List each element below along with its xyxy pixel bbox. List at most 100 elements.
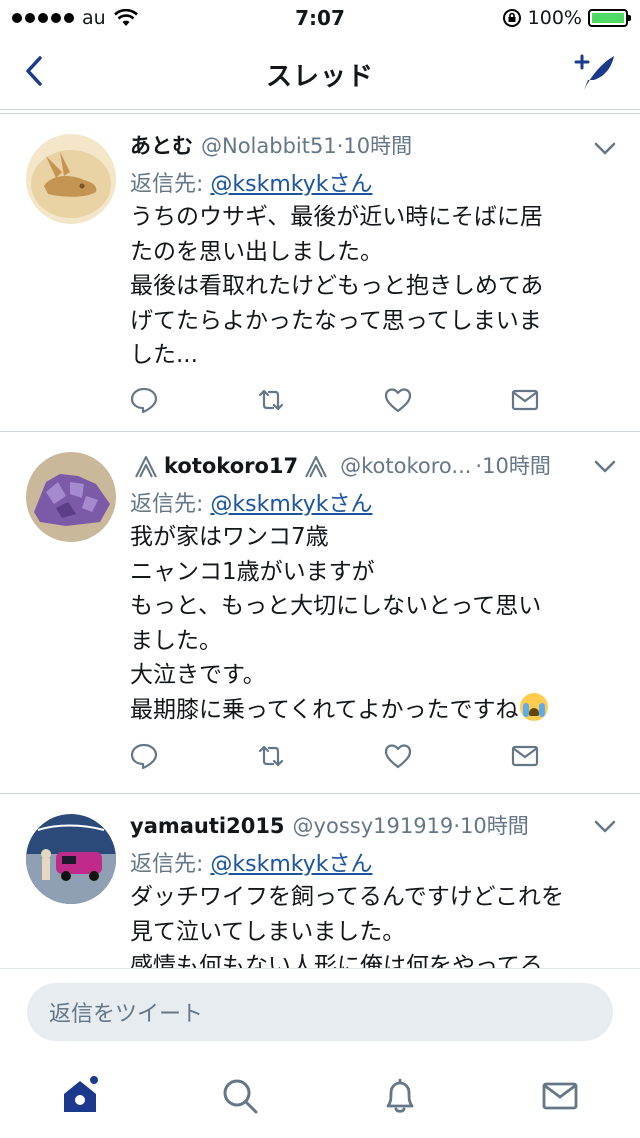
display-name[interactable]: yamauti2015 — [130, 814, 285, 838]
tweet-text-line: うちのウサギ、最後が近い時にそばに居 — [130, 204, 543, 230]
wifi-icon — [113, 9, 138, 26]
reply-bar: 返信をツイート — [0, 968, 640, 1054]
tweet[interactable]: kotokoro17 @kotokoro... · 10時間 返信先: @ksk… — [0, 432, 640, 794]
avatar[interactable] — [26, 452, 116, 542]
tweet-text-line: した... — [130, 342, 198, 368]
tab-notifications[interactable] — [370, 1066, 430, 1126]
chevron-down-icon[interactable] — [594, 142, 616, 156]
tab-home[interactable] — [50, 1066, 110, 1126]
heart-icon — [384, 388, 412, 413]
tweet-text-line: 最後は看取れたけどもっと抱きしめてあ — [130, 273, 544, 299]
retweet-icon — [258, 745, 284, 767]
tweet-text-line: ニャンコ1歳がいますが — [130, 558, 375, 585]
retweet-button[interactable] — [257, 380, 384, 420]
search-icon — [223, 1079, 258, 1114]
tab-bar — [0, 1054, 640, 1138]
user-handle[interactable]: @kotokoro... — [340, 454, 471, 478]
rabbit-avatar-image — [26, 134, 116, 224]
retweet-icon — [258, 389, 284, 411]
user-handle[interactable]: @yossy191919 — [293, 814, 454, 838]
tweet-text-line: 我が家はワンコ7歳 — [130, 524, 329, 550]
tweet-time: 10時間 — [482, 454, 551, 478]
signal-strength-icon — [12, 13, 74, 23]
reply-prefix: 返信先: — [130, 492, 211, 517]
tweet-header: yamauti2015 @yossy191919 · 10時間 — [130, 810, 618, 842]
separator: · — [453, 814, 460, 838]
tab-search[interactable] — [210, 1066, 270, 1126]
tweet[interactable]: yamauti2015 @yossy191919 · 10時間 返信先: @ks… — [0, 794, 640, 968]
tweet-text-line: 最期膝に乗ってくれてよかったですね — [130, 696, 519, 723]
tweet-text-line: 見て泣いてしまいました。 — [130, 918, 406, 945]
reply-input[interactable]: 返信をツイート — [27, 983, 613, 1041]
carrier-label: au — [82, 7, 106, 29]
tweet-header: kotokoro17 @kotokoro... · 10時間 — [130, 450, 618, 482]
tweet-header: あとむ @Nolabbit51 · 10時間 — [130, 130, 618, 162]
paperclip-icon — [305, 456, 328, 478]
display-name[interactable]: あとむ — [130, 130, 193, 160]
like-button[interactable] — [384, 736, 511, 776]
reply-button[interactable] — [130, 736, 257, 776]
avatar[interactable] — [26, 134, 116, 224]
tweet-text: 我が家はワンコ7歳 ニャンコ1歳がいますが もっと、もっと大切にしないとって思い… — [130, 520, 618, 727]
direct-message-button[interactable] — [511, 736, 638, 776]
reply-to: 返信先: @kskmkykさん — [130, 166, 618, 200]
user-handle[interactable]: @Nolabbit51 — [201, 134, 337, 158]
tweet-text-line: ました。 — [130, 627, 222, 654]
reply-to: 返信先: @kskmkykさん — [130, 486, 618, 520]
tweet-text: ダッチワイフを飼ってるんですけどこれを 見て泣いてしまいました。 感情も何もない… — [130, 880, 618, 968]
mention-link[interactable]: @kskmkykさん — [210, 172, 372, 197]
envelope-icon — [511, 389, 539, 411]
thread-timeline[interactable]: あとむ @Nolabbit51 · 10時間 返信先: @kskmkykさん う… — [0, 116, 640, 968]
bell-icon — [386, 1078, 414, 1113]
reply-to: 返信先: @kskmkykさん — [130, 846, 618, 880]
orientation-lock-icon — [502, 9, 521, 27]
status-left: au — [12, 7, 138, 29]
status-bar: au 7:07 100% — [0, 0, 640, 36]
tweet-text-line: 大泣きです。 — [130, 662, 266, 688]
tweet-text-line-last: 最期膝に乗ってくれてよかったですね — [130, 692, 618, 728]
reply-prefix: 返信先: — [130, 852, 211, 877]
tweet-time: 10時間 — [460, 814, 529, 838]
tweet-body: kotokoro17 @kotokoro... · 10時間 返信先: @ksk… — [130, 450, 618, 727]
nav-bar: スレッド — [0, 36, 640, 114]
tweet-time: 10時間 — [343, 134, 413, 158]
tweet[interactable]: あとむ @Nolabbit51 · 10時間 返信先: @kskmkykさん う… — [0, 116, 640, 432]
battery-icon — [588, 9, 631, 27]
tweet-text-line: ダッチワイフを飼ってるんですけどこれを — [130, 884, 565, 910]
reply-icon — [130, 743, 158, 770]
separator: · — [336, 134, 344, 158]
tweet-text-line: たのを思い出しました。 — [130, 238, 383, 265]
mention-link[interactable]: @kskmkykさん — [210, 852, 372, 877]
tweet-text-line: げてたらよかったなって思ってしまいま — [130, 307, 542, 334]
tab-messages[interactable] — [530, 1066, 590, 1126]
separator: · — [475, 454, 483, 478]
tweet-text-line: 感情も何もない人形に俺は何をやってる — [130, 953, 543, 968]
paperclip-icon — [135, 456, 157, 478]
envelope-icon — [542, 1082, 578, 1110]
tweet-body: あとむ @Nolabbit51 · 10時間 返信先: @kskmkykさん う… — [130, 130, 618, 373]
tweet-actions — [130, 372, 638, 428]
mention-link[interactable]: @kskmkykさん — [210, 492, 372, 517]
battery-percent: 100% — [527, 7, 582, 29]
reply-button[interactable] — [130, 380, 257, 420]
reply-icon — [130, 387, 158, 414]
tweet-actions — [130, 728, 638, 784]
amethyst-avatar-image — [26, 452, 116, 542]
like-button[interactable] — [384, 380, 511, 420]
car-avatar-image — [26, 814, 116, 904]
page-title: スレッド — [265, 62, 374, 92]
crying-face-emoji-icon — [520, 692, 549, 721]
tweet-text-line: もっと、もっと大切にしないとって思い — [130, 593, 542, 619]
chevron-down-icon[interactable] — [594, 820, 616, 834]
display-name[interactable]: kotokoro17 — [164, 454, 298, 478]
tweet-text: うちのウサギ、最後が近い時にそばに居 たのを思い出しました。 最後は看取れたけど… — [130, 200, 618, 373]
status-right: 100% — [502, 7, 631, 29]
retweet-button[interactable] — [257, 736, 384, 776]
direct-message-button[interactable] — [511, 380, 638, 420]
envelope-icon — [511, 745, 539, 767]
chevron-down-icon[interactable] — [594, 460, 616, 474]
reply-prefix: 返信先: — [130, 172, 211, 197]
avatar[interactable] — [26, 814, 116, 904]
compose-tweet-icon[interactable] — [572, 52, 618, 92]
unread-dot — [88, 1074, 100, 1086]
